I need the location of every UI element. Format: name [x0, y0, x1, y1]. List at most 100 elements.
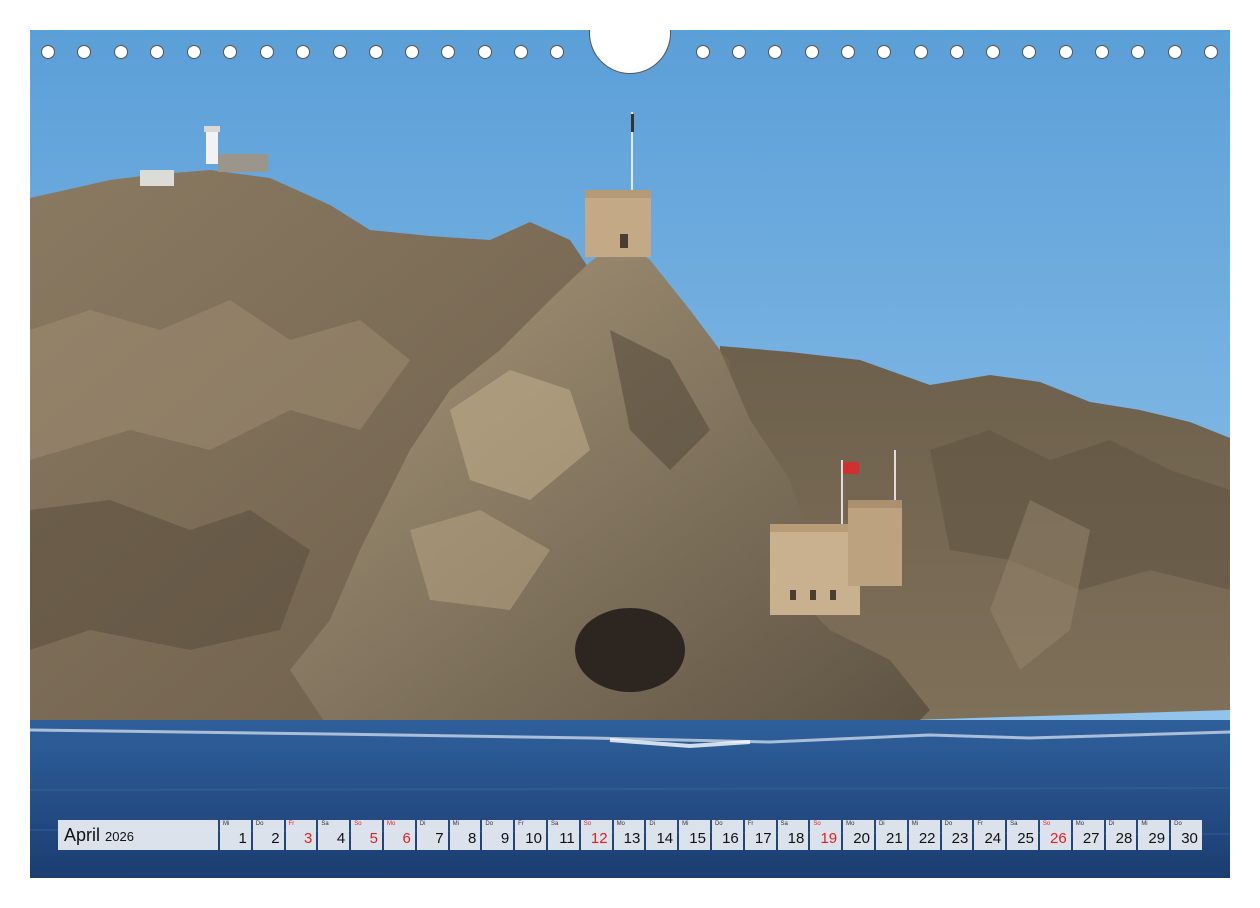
- weekday-abbrev: Do: [255, 821, 264, 827]
- day-number: 21: [886, 830, 903, 847]
- binding-hole: [41, 45, 55, 59]
- binding-hole: [696, 45, 710, 59]
- calendar-day-cell: Fr 17: [744, 820, 776, 850]
- weekday-abbrev: So: [813, 821, 821, 827]
- calendar-day-cell: Di 7: [416, 820, 448, 850]
- weekday-abbrev: Do: [944, 821, 953, 827]
- binding-hole: [369, 45, 383, 59]
- day-number: 23: [951, 830, 969, 847]
- day-number: 27: [1082, 830, 1100, 847]
- calendar-day-cell: Mi 22: [908, 820, 940, 850]
- calendar-day-cell: Do 23: [941, 820, 973, 850]
- day-number: 10: [525, 830, 542, 847]
- binding-hole: [150, 45, 164, 59]
- day-number: 3: [304, 830, 313, 847]
- binding-hole: [260, 45, 274, 59]
- binding-hole: [1022, 45, 1036, 59]
- calendar-day-cell: Do 16: [711, 820, 743, 850]
- weekday-abbrev: Sa: [1010, 821, 1018, 827]
- day-number: 4: [336, 830, 346, 847]
- day-number: 5: [369, 830, 378, 847]
- day-number: 18: [787, 830, 805, 847]
- weekday-abbrev: Fr: [518, 821, 524, 827]
- binding-hole: [1204, 45, 1218, 59]
- calendar-day-cell: Di 21: [875, 820, 907, 850]
- day-number: 19: [820, 830, 838, 847]
- binding-hole: [1131, 45, 1145, 59]
- calendar-day-cell: So 5: [351, 820, 382, 850]
- day-number: 28: [1115, 830, 1133, 847]
- calendar-day-cell: Mo 13: [613, 820, 645, 850]
- day-number: 8: [468, 830, 477, 847]
- binding-hole: [550, 45, 564, 59]
- calendar-day-cell: Mi 8: [449, 820, 481, 850]
- weekday-abbrev: Di: [1108, 821, 1115, 827]
- binding-hole: [768, 45, 782, 59]
- calendar-day-cell: Sa 18: [777, 820, 809, 850]
- binding-hole: [441, 45, 455, 59]
- calendar-day-cell: Di 28: [1105, 820, 1137, 850]
- weekday-abbrev: Mo: [386, 821, 396, 827]
- day-number: 22: [918, 830, 936, 847]
- day-number: 14: [656, 830, 674, 847]
- month-year: 2026: [105, 829, 134, 844]
- calendar-day-cell: Fr 3: [285, 820, 317, 850]
- calendar-day-cell: Fr 10: [515, 820, 546, 850]
- day-number: 25: [1017, 830, 1034, 847]
- day-number: 11: [559, 830, 575, 847]
- calendar-day-cell: Sa 11: [547, 820, 579, 850]
- binding-hole: [1095, 45, 1109, 59]
- weekday-abbrev: Do: [1174, 821, 1182, 827]
- calendar-day-cell: Mi 29: [1138, 820, 1170, 850]
- weekday-abbrev: Di: [649, 821, 656, 827]
- calendar-day-cell: Do 30: [1171, 820, 1202, 850]
- binding-hole: [514, 45, 528, 59]
- binding-hole: [986, 45, 1000, 59]
- weekday-abbrev: Mo: [616, 821, 625, 827]
- cave: [575, 608, 685, 692]
- weekday-abbrev: Fr: [747, 821, 754, 827]
- day-number: 29: [1148, 830, 1166, 847]
- calendar-photo: [30, 30, 1230, 878]
- weekday-abbrev: Mo: [846, 821, 855, 827]
- weekday-abbrev: Sa: [321, 821, 329, 827]
- binding-hole: [950, 45, 964, 59]
- binding-hole: [478, 45, 492, 59]
- calendar-day-cell: Mi 15: [679, 820, 710, 850]
- day-number: 1: [238, 830, 247, 847]
- day-number: 12: [590, 830, 608, 847]
- weekday-abbrev: Mi: [682, 821, 689, 827]
- weekday-abbrev: So: [583, 821, 592, 827]
- calendar-strip: April 2026 Mi 1 Do 2 Fr 3 Sa 4 So 5 Mo 6 Di 7 Mi 8 Do 9 Fr…: [58, 820, 1202, 850]
- day-number: 17: [754, 830, 772, 847]
- binding-hole: [1059, 45, 1073, 59]
- calendar-day-cell: Sa 4: [318, 820, 350, 850]
- day-number: 15: [689, 830, 706, 847]
- binding-hole: [805, 45, 819, 59]
- binding-hole: [77, 45, 91, 59]
- calendar-day-cell: Fr 24: [974, 820, 1006, 850]
- day-number: 13: [623, 830, 641, 847]
- calendar-day-cell: So 12: [580, 820, 612, 850]
- calendar-day-cell: Do 9: [482, 820, 514, 850]
- sea: [30, 720, 1230, 878]
- binding-hole: [223, 45, 237, 59]
- binding-hole: [296, 45, 310, 59]
- binding-hole: [914, 45, 928, 59]
- binding-hole: [405, 45, 419, 59]
- binding-hole: [841, 45, 855, 59]
- weekday-abbrev: Di: [878, 821, 885, 827]
- month-name: April: [64, 824, 101, 845]
- weekday-abbrev: Mi: [911, 821, 919, 827]
- binding-hole: [877, 45, 891, 59]
- binding-hole: [732, 45, 746, 59]
- binding-hole: [187, 45, 201, 59]
- day-number: 24: [984, 830, 1002, 847]
- day-number: 20: [853, 830, 870, 847]
- day-number: 30: [1181, 830, 1198, 847]
- day-number: 16: [722, 830, 739, 847]
- weekday-abbrev: Mi: [1141, 821, 1148, 827]
- day-number: 6: [402, 830, 411, 847]
- weekday-abbrev: Mo: [1075, 821, 1085, 827]
- day-number: 9: [500, 830, 510, 847]
